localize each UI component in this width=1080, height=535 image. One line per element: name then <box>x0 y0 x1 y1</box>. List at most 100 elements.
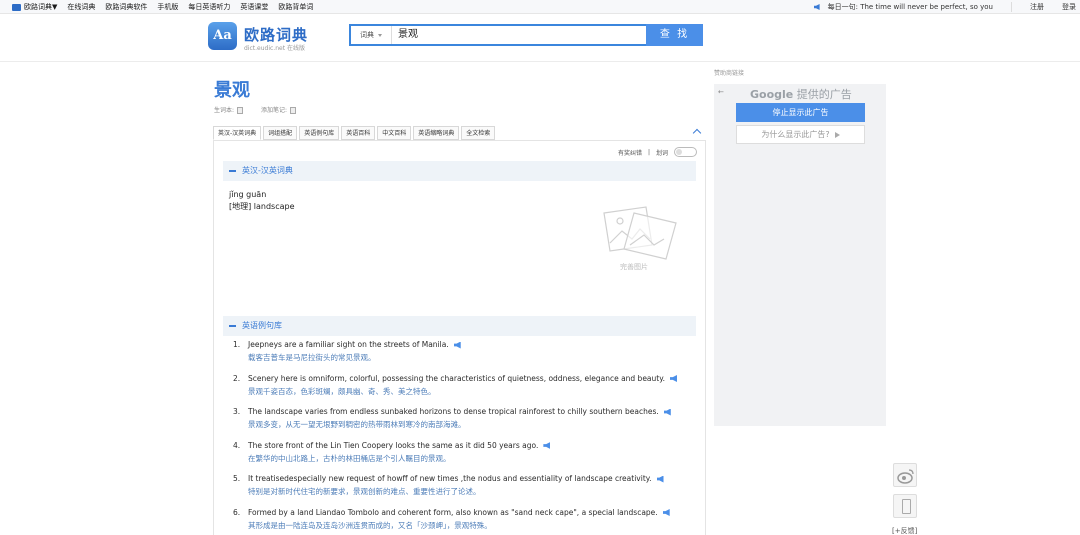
collapse-icon <box>229 324 236 327</box>
top-nav-software[interactable]: 欧路词典软件 <box>105 2 147 12</box>
stop-ad-button[interactable]: 停止显示此广告 <box>736 103 865 122</box>
speaker-icon[interactable] <box>656 475 664 483</box>
speaker-icon[interactable] <box>663 408 671 416</box>
sentence-en: Scenery here is omniform, colorful, poss… <box>248 373 665 383</box>
top-nav-eudic[interactable]: 欧路词典▼ <box>12 2 57 12</box>
definition: [地理] landscape <box>229 202 295 211</box>
info-play-icon <box>834 131 840 138</box>
speaker-icon[interactable] <box>543 442 551 449</box>
login-link[interactable]: 登录 <box>1062 2 1076 12</box>
example-zh: 景观多变，从无一望无垠野到稠密的热带雨林到寒冷的南部海滩。 <box>248 420 466 429</box>
eudic-logo-icon <box>12 3 21 11</box>
item-number: 2. <box>233 373 241 383</box>
dictionary-panel: 有奖纠错 | 划词 英汉-汉英词典 jǐng guān [地理] landsca… <box>213 140 706 535</box>
example-en: 1. Jeepneys are a familiar sight on the s… <box>233 339 703 351</box>
top-bar: 欧路词典▼ 在线词典 欧路词典软件 手机版 每日英语听力 英语课堂 欧路背单词 … <box>0 0 1080 14</box>
section-title: 英汉-汉英词典 <box>242 166 293 175</box>
example-en: 2. Scenery here is omniform, colorful, po… <box>233 373 703 385</box>
dictionary-tabs: 英汉-汉英词典 词组搭配 英语例句库 英语百科 中文百科 英语缩略词典 全文检索 <box>213 126 496 140</box>
top-nav-listening[interactable]: 每日英语听力 <box>188 2 230 12</box>
search-scope-value: 词典 <box>360 31 374 39</box>
search-input[interactable] <box>398 26 638 44</box>
dictionary-entry: jǐng guān [地理] landscape <box>229 189 295 213</box>
example-zh: 特别是对新时代住宅的新要求，景观创新的难点、重要性进行了论述。 <box>248 487 481 496</box>
example-en: 6. Formed by a land Liandao Tombolo and c… <box>233 507 703 519</box>
example-en: 3. The landscape varies from endless sunb… <box>233 406 703 418</box>
list-item: 5. It treatisedespecially new request of … <box>233 473 703 507</box>
example-list: 1. Jeepneys are a familiar sight on the s… <box>233 339 703 535</box>
divider: | <box>647 148 650 156</box>
sentence-en: The store front of the Lin Tien Coopery … <box>248 440 539 450</box>
word-meta: 生词本: 添加笔记: <box>214 105 297 114</box>
google-logo-text: Google <box>750 88 794 101</box>
chevron-up-icon[interactable] <box>692 128 702 138</box>
speaker-icon[interactable] <box>813 4 820 10</box>
sentence-en: Formed by a land Liandao Tombolo and coh… <box>248 507 658 517</box>
register-link[interactable]: 注册 <box>1030 2 1044 12</box>
speaker-icon[interactable] <box>453 341 461 349</box>
tab-phrases[interactable]: 词组搭配 <box>263 126 298 140</box>
search-scope-select[interactable]: 词典 <box>351 26 392 44</box>
divider <box>1011 2 1012 12</box>
improve-image-link[interactable]: 完善图片 <box>620 262 648 272</box>
section-header-examples[interactable]: 英语例句库 <box>223 316 696 336</box>
top-right: 每日一句: The time will never be perfect, so… <box>813 0 1076 14</box>
brand-logo[interactable]: Aa 欧路词典 dict.eudic.net 在线版 <box>208 22 318 52</box>
brand-subtitle: dict.eudic.net 在线版 <box>244 45 305 52</box>
word-selection-label: 划词 <box>655 149 668 157</box>
tab-abbreviations[interactable]: 英语缩略词典 <box>413 126 460 140</box>
top-nav-words[interactable]: 欧路背单词 <box>278 2 313 12</box>
sentence-en: The landscape varies from endless sunbak… <box>248 407 659 416</box>
mobile-icon[interactable] <box>893 494 917 518</box>
image-placeholder-icon[interactable] <box>594 201 684 271</box>
why-ad-label: 为什么显示此广告? <box>761 130 830 139</box>
tab-example-sentences[interactable]: 英语例句库 <box>299 126 340 140</box>
weibo-share-icon[interactable] <box>893 463 917 487</box>
pinyin: jǐng guān <box>229 190 267 199</box>
add-note[interactable]: 添加笔记: <box>261 105 297 114</box>
tab-fulltext-search[interactable]: 全文检索 <box>461 126 496 140</box>
list-item: 4. The store front of the Lin Tien Cooper… <box>233 440 703 474</box>
item-number: 4. <box>233 440 241 450</box>
chevron-down-icon <box>378 33 382 37</box>
list-item: 6. Formed by a land Liandao Tombolo and c… <box>233 507 703 535</box>
tab-english-wiki[interactable]: 英语百科 <box>341 126 376 140</box>
google-ad-title: Google 提供的广告 <box>750 86 852 102</box>
tab-en-cn-dict[interactable]: 英汉-汉英词典 <box>213 126 262 140</box>
feedback-link[interactable]: [+反馈] <box>892 526 917 535</box>
panel-tools: 有奖纠错 | 划词 <box>618 147 697 157</box>
eudic-app-icon: Aa <box>208 22 237 50</box>
tab-chinese-wiki[interactable]: 中文百科 <box>377 126 412 140</box>
section-header-dict[interactable]: 英汉-汉英词典 <box>223 161 696 181</box>
ad-provided-text: 提供的广告 <box>793 88 852 101</box>
page-title: 景观 <box>214 80 250 101</box>
list-item: 3. The landscape varies from endless sunb… <box>233 406 703 440</box>
speaker-icon[interactable] <box>669 375 677 382</box>
item-number: 5. <box>233 474 241 483</box>
speaker-icon[interactable] <box>662 509 670 516</box>
top-nav-online-dict[interactable]: 在线词典 <box>67 2 95 12</box>
sentence-en: It treatisedespecially new request of ho… <box>248 474 652 483</box>
item-number: 6. <box>233 507 241 517</box>
header: Aa 欧路词典 dict.eudic.net 在线版 词典 查 找 <box>0 14 1080 62</box>
list-item: 1. Jeepneys are a familiar sight on the s… <box>233 339 703 373</box>
list-item: 2. Scenery here is omniform, colorful, po… <box>233 373 703 407</box>
brand-name: 欧路词典 <box>244 26 309 44</box>
daily-sentence[interactable]: 每日一句: The time will never be perfect, so… <box>813 2 993 12</box>
example-zh: 其形成是由一陆连岛及连岛沙洲连贯而成的，又名「沙颈岬」，景观特殊。 <box>248 520 492 530</box>
search-button[interactable]: 查 找 <box>646 24 703 46</box>
ad-panel: ← Google 提供的广告 停止显示此广告 为什么显示此广告? <box>714 84 886 426</box>
add-to-wordbook[interactable]: 生词本: <box>214 105 244 114</box>
top-nav: 欧路词典▼ 在线词典 欧路词典软件 手机版 每日英语听力 英语课堂 欧路背单词 <box>12 0 313 14</box>
wordbook-icon[interactable] <box>237 107 244 114</box>
example-zh: 载客吉普车是马尼拉街头的常见景观。 <box>248 353 376 362</box>
top-nav-classroom[interactable]: 英语课堂 <box>240 2 268 12</box>
word-selection-toggle[interactable] <box>674 147 697 157</box>
note-icon[interactable] <box>290 107 297 114</box>
example-zh: 景观千姿百态，色彩斑斓，颇具幽、奇、秀、美之特色。 <box>248 386 436 396</box>
report-error-link[interactable]: 有奖纠错 <box>618 148 642 157</box>
top-nav-mobile[interactable]: 手机版 <box>157 2 178 12</box>
sponsor-label: 赞助商链接 <box>714 70 745 77</box>
why-ad-button[interactable]: 为什么显示此广告? <box>736 125 865 144</box>
back-arrow-icon[interactable]: ← <box>718 88 724 96</box>
